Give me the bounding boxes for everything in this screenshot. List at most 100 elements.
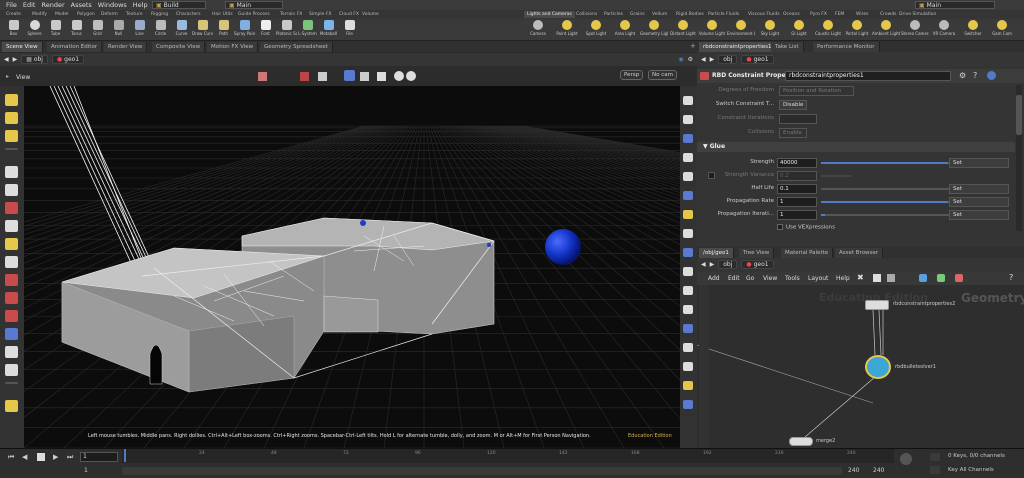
view-option-icon[interactable]: [683, 96, 693, 105]
jump-end-icon[interactable]: ⏭: [67, 453, 73, 462]
view-option-icon[interactable]: [683, 172, 693, 181]
shelf-tab-fem[interactable]: FEM: [835, 11, 844, 18]
help-icon[interactable]: ?: [1009, 273, 1013, 282]
override-checkbox[interactable]: [708, 172, 715, 179]
right-desktop-dropdown[interactable]: ▣ Main: [915, 1, 995, 9]
shelf-tab-volume[interactable]: Volume: [362, 11, 379, 18]
tool-camera[interactable]: Camera: [524, 20, 552, 36]
shelf-tab-hair-utils[interactable]: Hair Utils: [212, 11, 233, 18]
tool-spot-light[interactable]: Spot Light: [582, 20, 610, 36]
main-desktop-dropdown[interactable]: ▣ Main: [225, 1, 283, 9]
snapshot-icon[interactable]: [318, 72, 327, 81]
select-pick-tool-icon[interactable]: [5, 130, 18, 142]
shelf-tab-cloud-fx[interactable]: Cloud FX: [339, 11, 359, 18]
tool-path[interactable]: Path: [213, 20, 234, 36]
set-menu[interactable]: Set: [949, 210, 1009, 220]
tool-l-system[interactable]: L-System: [297, 20, 318, 36]
parm-field[interactable]: 40000: [777, 158, 817, 168]
add-tab-icon[interactable]: +: [690, 42, 696, 50]
menu-assets[interactable]: Assets: [71, 1, 92, 9]
tool-null[interactable]: Null: [108, 20, 129, 36]
view-option-icon[interactable]: [683, 248, 693, 257]
back-arrow-icon[interactable]: ◀: [701, 261, 706, 268]
parm-field[interactable]: 0.1: [777, 184, 817, 194]
magnet-tool-icon[interactable]: [5, 274, 18, 286]
view-option-icon[interactable]: [683, 324, 693, 333]
tool-sky-light[interactable]: Sky Light: [756, 20, 784, 36]
render-tool-icon[interactable]: [5, 400, 18, 412]
scene-viewport[interactable]: Left mouse tumbles. Middle pans. Right d…: [24, 86, 680, 448]
tool-switcher[interactable]: Switcher: [959, 20, 987, 36]
color-icon[interactable]: [937, 274, 945, 282]
vis-icon[interactable]: [360, 72, 369, 81]
tab-composite-view[interactable]: Composite View: [152, 42, 206, 52]
node-name-field[interactable]: rbdconstraintproperties1: [785, 71, 951, 81]
net-menu-layout[interactable]: Layout: [808, 275, 828, 282]
view-option-icon[interactable]: [683, 400, 693, 409]
sep-tool-icon[interactable]: [5, 148, 18, 150]
view-option-icon[interactable]: [683, 286, 693, 295]
camera-lock-icon[interactable]: [406, 71, 416, 81]
net-menu-help[interactable]: Help: [836, 275, 850, 282]
tool-gi-light[interactable]: GI Light: [785, 20, 813, 36]
play-reverse-icon[interactable]: ◀: [22, 453, 27, 461]
tool-ambient-light[interactable]: Ambient Light: [872, 20, 900, 36]
current-frame-field[interactable]: 1: [80, 452, 118, 462]
shelf-tab-texture[interactable]: Texture: [126, 11, 142, 18]
handle-tool-icon[interactable]: [5, 220, 18, 232]
shelf-tab-crowds[interactable]: Crowds: [880, 11, 897, 18]
path-geo1[interactable]: ● geo1: [51, 55, 85, 64]
shelf-tab-modify[interactable]: Modify: [32, 11, 47, 18]
transform-tool-icon[interactable]: [5, 346, 18, 358]
view-option-icon[interactable]: [683, 229, 693, 238]
shelf-tab-simple-fx[interactable]: Simple FX: [309, 11, 331, 18]
scale-tool-icon[interactable]: [5, 202, 18, 214]
parm-slider[interactable]: [821, 201, 951, 203]
global-end-field[interactable]: 240: [873, 467, 884, 474]
parm-menu[interactable]: Position and Rotation: [779, 86, 854, 96]
persp-menu[interactable]: Persp: [620, 70, 644, 80]
forward-arrow-icon[interactable]: ▶: [710, 261, 715, 268]
range-start-field[interactable]: 1: [84, 467, 88, 474]
headlight-icon[interactable]: [394, 71, 404, 81]
forward-arrow-icon[interactable]: ▶: [710, 56, 715, 63]
viewport-canvas[interactable]: [24, 86, 680, 448]
path-geo1[interactable]: ● geo1: [741, 55, 774, 64]
blue-sphere[interactable]: [545, 229, 581, 265]
tab-motion-fx-view[interactable]: Motion FX View: [207, 42, 259, 52]
use-vexpressions-checkbox[interactable]: [777, 224, 783, 230]
info-icon[interactable]: [987, 71, 996, 80]
shelf-tab-pyro-fx[interactable]: Pyro FX: [810, 11, 827, 18]
sep2-tool-icon[interactable]: [5, 382, 18, 384]
node-rbdbulletsolver1[interactable]: [865, 355, 891, 379]
tool-platonic-solids[interactable]: Platonic Solids: [276, 20, 297, 36]
shelf-tab-oceans[interactable]: Oceans: [783, 11, 800, 18]
net-menu-view[interactable]: View: [763, 275, 777, 282]
shelf-tab-create[interactable]: Create: [6, 11, 21, 18]
help-icon[interactable]: ?: [973, 71, 977, 80]
tool-geometry-light[interactable]: Geometry Light: [640, 20, 668, 36]
shelf-tab-viscous-fluids[interactable]: Viscous Fluids: [748, 11, 780, 18]
network-icon[interactable]: [919, 274, 927, 282]
tool-distant-light[interactable]: Distant Light: [669, 20, 697, 36]
pose-tool-icon[interactable]: [5, 238, 18, 250]
snap-tool-icon[interactable]: [5, 364, 18, 376]
parm-field[interactable]: [779, 114, 817, 124]
shelf-tab-rigid-bodies[interactable]: Rigid Bodies: [676, 11, 704, 18]
set-menu[interactable]: Set: [949, 158, 1009, 168]
path-obj[interactable]: obj: [718, 55, 738, 64]
camera-menu[interactable]: No cam: [648, 70, 677, 80]
attract-tool-icon[interactable]: [5, 292, 18, 304]
shelf-tab-polygon[interactable]: Polygon: [77, 11, 95, 18]
parm-slider[interactable]: [821, 214, 951, 216]
shelf-tab-model[interactable]: Model: [55, 11, 69, 18]
view-option-icon[interactable]: [683, 210, 693, 219]
tool-sphere[interactable]: Sphere: [24, 20, 45, 36]
parm-field[interactable]: 0.2: [777, 171, 817, 181]
stop-icon[interactable]: [37, 453, 45, 461]
tool-draw-curve[interactable]: Draw Curve: [192, 20, 213, 36]
network-editor[interactable]: Education Edition Geometry rbdconstraint…: [697, 285, 1024, 448]
select-mode-icon[interactable]: [344, 70, 355, 81]
link-icon[interactable]: ⚙: [688, 56, 693, 63]
viewport-arrow-icon[interactable]: ▸: [6, 73, 9, 80]
